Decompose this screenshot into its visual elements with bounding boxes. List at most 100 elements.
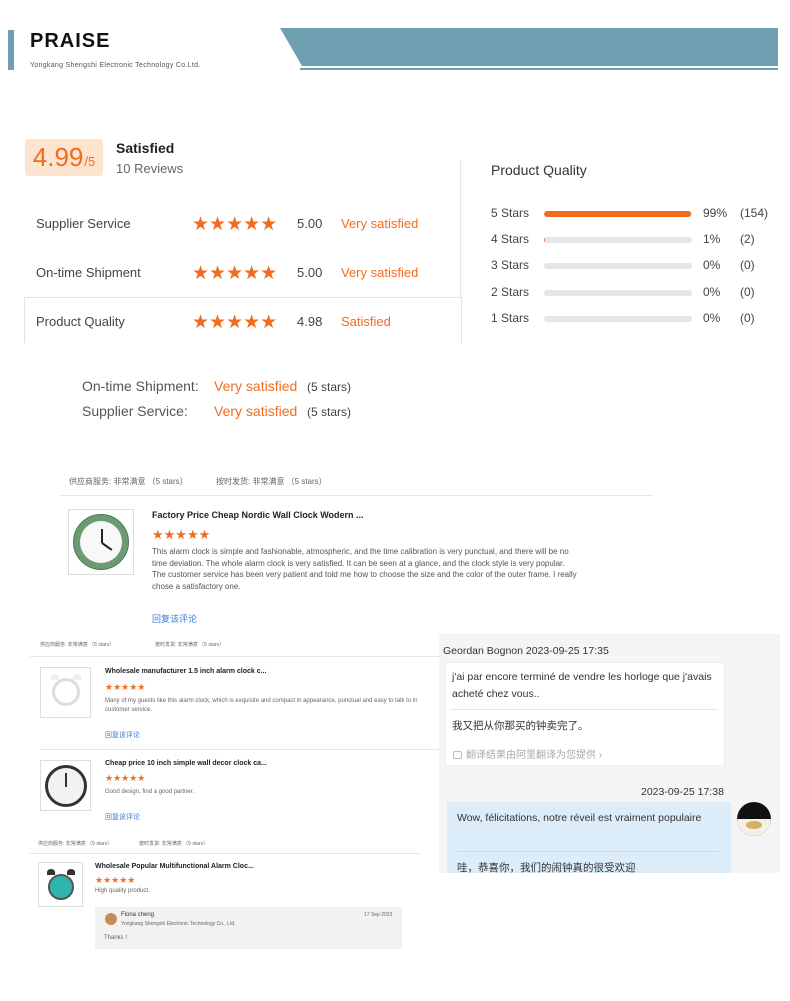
star-bar-3: 3 Stars 0% (0): [491, 258, 781, 274]
reply-text: Thanks !: [104, 935, 128, 941]
review-supplier-rating: 供应商服务: 非常满意 （5 stars）: [40, 642, 115, 648]
outgoing-message-text: Wow, félicitations, notre réveil est vra…: [457, 812, 702, 824]
chevron-right-icon: ›: [596, 750, 603, 761]
rating-text: Satisfied: [341, 314, 391, 329]
rating-label: Product Quality: [36, 314, 125, 329]
star-rating-icon: ★★★★★: [105, 682, 146, 692]
bar-fill: [544, 211, 691, 217]
product-thumbnail[interactable]: [68, 509, 134, 575]
star-rating-icon: ★★★★★: [95, 875, 136, 885]
bar-label: 4 Stars: [491, 232, 530, 246]
shipment-stars: (5 stars): [307, 380, 352, 394]
review-supplier-rating: 供应商服务: 非常满意 （5 stars）: [38, 841, 113, 847]
header-accent-bar: [8, 30, 14, 70]
review-shipping-rating: 按时发货: 非常满意 （5 stars）: [139, 841, 209, 847]
header-underline: [300, 68, 778, 70]
rating-row-on-time-shipment[interactable]: On-time Shipment ★★★★★ 5.00 Very satisfi…: [36, 263, 456, 285]
overall-score: 4.99: [32, 142, 84, 172]
bar-count: (0): [740, 311, 755, 325]
bar-percent: 0%: [703, 258, 721, 272]
bar-track: [544, 290, 692, 296]
incoming-message-text: j'ai par encore terminé de vendre les ho…: [452, 671, 712, 700]
product-thumbnail[interactable]: [38, 862, 83, 907]
bar-label: 1 Stars: [491, 311, 530, 325]
header-banner-shape: [280, 28, 778, 66]
bar-label: 2 Stars: [491, 285, 530, 299]
rating-value: 4.98: [297, 314, 323, 329]
rating-text: Very satisfied: [341, 265, 419, 280]
rating-label: On-time Shipment: [36, 265, 141, 280]
review-text: This alarm clock is simple and fashionab…: [152, 547, 577, 591]
avatar: [105, 913, 117, 925]
divider: [60, 495, 653, 496]
product-thumbnail[interactable]: [40, 667, 91, 718]
reply-name: Fiona cheng: [121, 912, 155, 918]
bar-track: [544, 237, 692, 243]
product-title[interactable]: Wholesale manufacturer 1.5 inch alarm cl…: [105, 668, 266, 675]
bar-percent: 99%: [703, 206, 728, 220]
star-bar-1: 1 Stars 0% (0): [491, 311, 781, 327]
star-rating-icon: ★★★★★: [192, 263, 278, 284]
bar-count: (0): [740, 285, 755, 299]
satisfaction-label: Satisfied: [116, 140, 175, 156]
company-subtitle: Yongkang Shengshi Electronic Technology …: [30, 62, 201, 69]
chat-sender-header: Geordan Bognon 2023-09-25 17:35: [443, 645, 609, 657]
product-title[interactable]: Cheap price 10 inch simple wall decor cl…: [105, 760, 267, 767]
reply-review-link[interactable]: 回复该评论: [105, 730, 140, 740]
review-text: High quality product.: [95, 888, 150, 894]
score-suffix: /5: [84, 154, 96, 169]
outgoing-message-translation: 哇，恭喜你，我们的闹钟真的很受欢迎: [457, 862, 636, 874]
shipment-label: On-time Shipment:: [82, 378, 199, 394]
review-text: Good design, find a good partner.: [105, 789, 195, 795]
bar-label: 3 Stars: [491, 258, 530, 272]
rating-value: 5.00: [297, 216, 323, 231]
star-rating-icon: ★★★★★: [105, 773, 146, 783]
reply-date: 17 Sep 2023: [364, 912, 393, 918]
rating-text: Very satisfied: [341, 216, 419, 231]
bar-track: [544, 211, 692, 217]
star-rating-icon: ★★★★★: [152, 527, 211, 542]
review-text: Many of my guests like this alarm clock,…: [105, 698, 418, 713]
divider: [30, 656, 439, 657]
review-supplier-rating: 供应商服务: 非常满意 （5 stars）: [69, 477, 188, 486]
star-rating-icon: ★★★★★: [192, 312, 278, 333]
star-bar-5: 5 Stars 99% (154): [491, 206, 781, 222]
divider: [457, 851, 719, 852]
rating-row-product-quality[interactable]: Product Quality ★★★★★ 4.98 Satisfied: [36, 312, 456, 334]
wall-clock-icon: [73, 514, 129, 570]
star-bar-2: 2 Stars 0% (0): [491, 285, 781, 301]
translation-note[interactable]: 翻译结果由阿里翻译为您提供 ›: [453, 746, 602, 761]
rating-label: Supplier Service: [36, 216, 131, 231]
page-title: PRAISE: [30, 30, 111, 52]
divider: [30, 853, 420, 854]
bar-percent: 0%: [703, 311, 721, 325]
alarm-clock-icon: [52, 678, 80, 706]
reply-company: Yongkang Shengshi Electronic Technology …: [121, 921, 236, 927]
bar-label: 5 Stars: [491, 206, 530, 220]
star-rating-icon: ★★★★★: [192, 214, 278, 235]
translate-icon: [453, 751, 462, 760]
bar-count: (2): [740, 232, 755, 246]
divider: [450, 709, 718, 710]
reply-review-link[interactable]: 回复该评论: [105, 812, 140, 822]
supplier-label: Supplier Service:: [82, 403, 188, 419]
product-quality-title: Product Quality: [491, 162, 587, 178]
rating-value: 5.00: [297, 265, 323, 280]
avatar: [737, 802, 771, 836]
incoming-message-translation: 我又把从你那买的钟卖完了。: [452, 720, 589, 732]
bar-percent: 0%: [703, 285, 721, 299]
reply-review-link[interactable]: 回复该评论: [152, 612, 197, 625]
reply-timestamp: 2023-09-25 17:38: [641, 786, 724, 798]
rating-row-supplier-service[interactable]: Supplier Service ★★★★★ 5.00 Very satisfi…: [36, 214, 456, 236]
shipment-value: Very satisfied: [214, 378, 298, 394]
divider: [40, 749, 439, 750]
product-title[interactable]: Factory Price Cheap Nordic Wall Clock Wo…: [152, 510, 364, 520]
product-thumbnail[interactable]: [40, 760, 91, 811]
translation-note-text: 翻译结果由阿里翻译为您提供: [466, 750, 596, 761]
review-shipping-rating: 按时发货: 非常满意 （5 stars）: [155, 642, 225, 648]
overall-score-badge: 4.99 /5: [25, 139, 103, 176]
bar-percent: 1%: [703, 232, 721, 246]
alarm-clock-icon: [48, 874, 74, 900]
star-bar-4: 4 Stars 1% (2): [491, 232, 781, 248]
product-title[interactable]: Wholesale Popular Multifunctional Alarm …: [95, 863, 254, 870]
